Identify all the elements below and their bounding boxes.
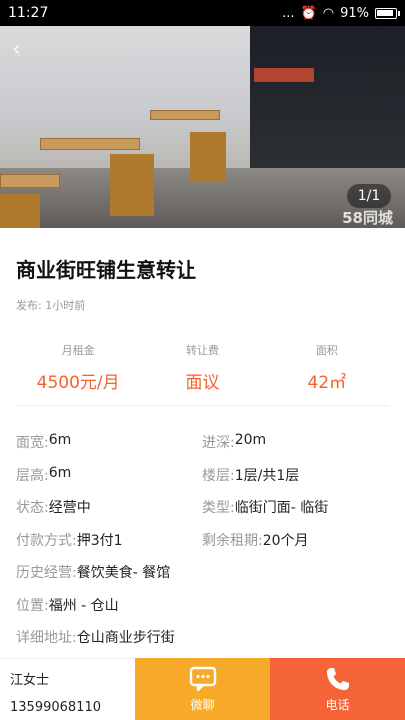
photo-sign [254, 68, 314, 82]
detail-row: 详细地址: 仓山商业步行街 [16, 621, 389, 654]
detail-floor: 楼层: 1层/共1层 [202, 465, 388, 485]
title-block: 商业街旺铺生意转让 发布: 1小时前 [0, 228, 405, 313]
stat-label: 转让费 [185, 344, 219, 357]
detail-value: 20m [234, 432, 267, 449]
detail-row: 层高: 6m 楼层: 1层/共1层 [16, 459, 389, 492]
detail-value: 经营中 [48, 500, 91, 517]
detail-label: 进深: [202, 435, 235, 452]
watermark: 58同城 [342, 209, 393, 227]
detail-label: 剩余租期: [202, 532, 263, 549]
detail-row: 历史经营: 餐饮美食- 餐馆 [16, 556, 389, 589]
detail-lease: 剩余租期: 20个月 [202, 530, 388, 550]
key-stats: 月租金 4500元/月 转让费 面议 面积 42㎡ [16, 332, 389, 406]
detail-value: 临街门面- 临街 [234, 500, 329, 517]
chat-button[interactable]: 微聊 [135, 658, 270, 720]
detail-value: 福州 - 仓山 [48, 597, 119, 614]
stat-value: 面议 [185, 373, 220, 393]
detail-label: 历史经营: [16, 565, 77, 582]
detail-row: 面宽: 6m 进深: 20m [16, 426, 389, 459]
detail-row: 付款方式: 押3付1 剩余租期: 20个月 [16, 524, 389, 557]
status-bar: 11:27 ... ⏰ ◠ 91% [0, 0, 405, 26]
detail-address: 详细地址: 仓山商业步行街 [16, 627, 175, 647]
detail-row: 状态: 经营中 类型: 临街门面- 临街 [16, 491, 389, 524]
detail-label: 楼层: [202, 467, 235, 484]
detail-label: 位置: [16, 597, 49, 614]
bottom-action-bar: 江女士 13599068110 微聊 电话 [0, 658, 405, 720]
back-icon[interactable]: ‹ [12, 38, 36, 62]
detail-payment: 付款方式: 押3付1 [16, 530, 202, 550]
detail-label: 类型: [202, 500, 235, 517]
photo-counter: 1/1 [347, 184, 391, 208]
details-list: 面宽: 6m 进深: 20m 层高: 6m 楼层: 1层/共1层 状态: 经营中… [16, 426, 389, 654]
call-button[interactable]: 电话 [270, 658, 405, 720]
publish-time: 发布: 1小时前 [16, 299, 86, 312]
detail-height: 层高: 6m [16, 465, 202, 485]
detail-label: 付款方式: [16, 532, 77, 549]
photo-table [40, 138, 140, 150]
phone-icon [326, 668, 349, 690]
signal-dots: ... [282, 5, 295, 21]
alarm-icon: ⏰ [300, 5, 317, 21]
stat-rent: 月租金 4500元/月 [16, 332, 140, 405]
wifi-icon: ◠ [322, 5, 335, 21]
detail-value: 6m [48, 432, 72, 449]
detail-value: 押3付1 [76, 532, 123, 549]
detail-type: 类型: 临街门面- 临街 [202, 497, 388, 517]
detail-depth: 进深: 20m [202, 432, 388, 452]
battery-icon [375, 7, 400, 19]
status-indicators: ... ⏰ ◠ 91% [282, 5, 400, 21]
chat-icon [189, 666, 216, 692]
chat-label: 微聊 [190, 698, 215, 712]
detail-value: 1层/共1层 [234, 467, 300, 484]
photo-chair [0, 194, 40, 228]
listing-photo[interactable] [0, 26, 405, 228]
listing-title: 商业街旺铺生意转让 [16, 258, 196, 282]
detail-label: 详细地址: [16, 630, 77, 647]
detail-value: 餐饮美食- 餐馆 [76, 565, 171, 582]
stat-label: 月租金 [61, 344, 95, 357]
detail-history: 历史经营: 餐饮美食- 餐馆 [16, 562, 170, 582]
detail-label: 层高: [16, 467, 49, 484]
detail-value: 6m [48, 464, 72, 481]
contact-phone: 13599068110 [10, 700, 101, 715]
stat-value: 4500元/月 [36, 373, 120, 393]
detail-value: 仓山商业步行街 [76, 630, 175, 647]
battery-percent: 91% [340, 5, 369, 21]
photo-chair [190, 132, 226, 182]
detail-state: 状态: 经营中 [16, 497, 202, 517]
detail-label: 面宽: [16, 435, 49, 452]
detail-value: 20个月 [262, 532, 309, 549]
call-label: 电话 [325, 698, 350, 712]
stat-area: 面积 42㎡ [265, 332, 389, 405]
detail-location: 位置: 福州 - 仓山 [16, 595, 119, 615]
stat-value: 42㎡ [307, 373, 347, 393]
detail-label: 状态: [16, 500, 49, 517]
stat-label: 面积 [315, 344, 338, 357]
photo-table [0, 174, 60, 188]
photo-table [150, 110, 220, 120]
detail-row: 位置: 福州 - 仓山 [16, 589, 389, 622]
status-time: 11:27 [8, 5, 49, 21]
contact-name: 江女士 [10, 673, 50, 688]
stat-transfer-fee: 转让费 面议 [140, 332, 264, 405]
contact-info: 江女士 13599068110 [0, 658, 135, 720]
photo-chair [110, 154, 154, 216]
detail-width: 面宽: 6m [16, 432, 202, 452]
